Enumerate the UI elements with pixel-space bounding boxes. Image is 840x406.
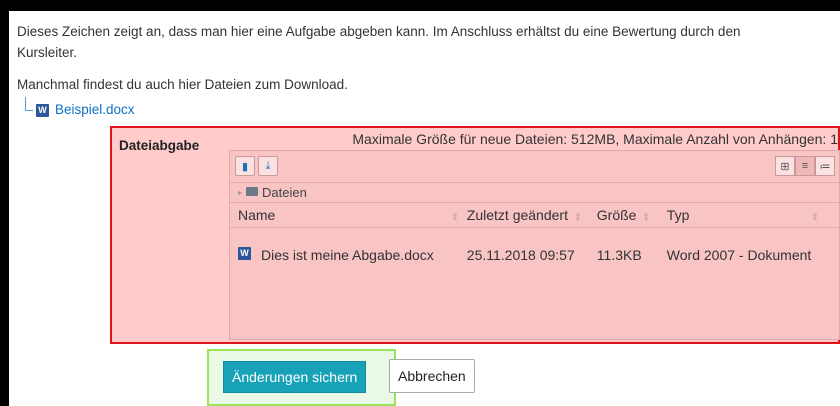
sort-icon: ⇕ xyxy=(573,211,582,222)
table-row[interactable]: W Dies ist meine Abgabe.docx 25.11.2018 0… xyxy=(230,227,839,283)
view-icons-button[interactable]: ⊞ xyxy=(775,156,795,176)
col-name[interactable]: Name ⇕ xyxy=(230,203,459,228)
word-doc-icon: W xyxy=(36,104,49,117)
max-size-info: Maximale Größe für neue Dateien: 512MB, … xyxy=(352,131,838,147)
cancel-button[interactable]: Abbrechen xyxy=(389,359,475,393)
sort-icon: ⇕ xyxy=(642,211,651,222)
file-size-cell: 11.3KB xyxy=(596,247,642,264)
attachment-link[interactable]: W Beispiel.docx xyxy=(36,102,135,117)
add-file-button[interactable]: ▮ xyxy=(235,156,255,176)
col-size[interactable]: Größe ⇕ xyxy=(588,203,659,228)
intro-text: Dieses Zeichen zeigt an, dass man hier e… xyxy=(17,24,741,60)
caret-icon: ▸ xyxy=(238,188,243,197)
download-icon: ⤓ xyxy=(265,159,271,172)
file-modified-cell: 25.11.2018 09:57 xyxy=(466,247,575,264)
file-picker: ▮ ⤓ ⊞ ≡ ≔ ▸ Dateien Name ⇕ Zuletzt geänd… xyxy=(229,150,840,340)
file-type-cell: Word 2007 - Dokument xyxy=(666,247,812,264)
intro-download-text: Manchmal findest du auch hier Dateien zu… xyxy=(17,77,348,92)
file-submission-field: Dateiabgabe Maximale Größe für neue Date… xyxy=(110,126,840,344)
add-file-icon: ▮ xyxy=(241,160,249,173)
attachment-name: Beispiel.docx xyxy=(55,102,135,117)
view-list-button[interactable]: ≡ xyxy=(795,156,815,176)
files-table: Name ⇕ Zuletzt geändert⇕ Größe⇕ Typ ⇕ xyxy=(230,203,839,283)
page: Dieses Zeichen zeigt an, dass man hier e… xyxy=(9,11,840,406)
list-icon: ≡ xyxy=(801,160,809,172)
file-name-cell[interactable]: W Dies ist meine Abgabe.docx xyxy=(230,227,459,283)
field-label: Dateiabgabe xyxy=(119,138,200,153)
breadcrumb: ▸ Dateien xyxy=(230,183,839,203)
breadcrumb-folder[interactable]: Dateien xyxy=(262,185,307,200)
col-type[interactable]: Typ ⇕ xyxy=(658,203,839,228)
tree-connector xyxy=(25,97,33,111)
file-picker-toolbar: ▮ ⤓ ⊞ ≡ ≔ xyxy=(230,151,839,183)
view-mode-group: ⊞ ≡ ≔ xyxy=(775,156,835,176)
grid-icon: ⊞ xyxy=(780,160,790,173)
save-changes-button[interactable]: Änderungen sichern xyxy=(223,361,367,393)
sort-icon: ⇕ xyxy=(811,211,819,222)
sort-icon: ⇕ xyxy=(451,211,459,222)
folder-icon xyxy=(246,187,259,196)
word-doc-icon: W xyxy=(238,247,251,261)
download-all-button[interactable]: ⤓ xyxy=(258,156,278,176)
tree-icon: ≔ xyxy=(819,160,831,173)
col-modified[interactable]: Zuletzt geändert ⇕ xyxy=(458,203,589,228)
view-tree-button[interactable]: ≔ xyxy=(815,156,835,176)
